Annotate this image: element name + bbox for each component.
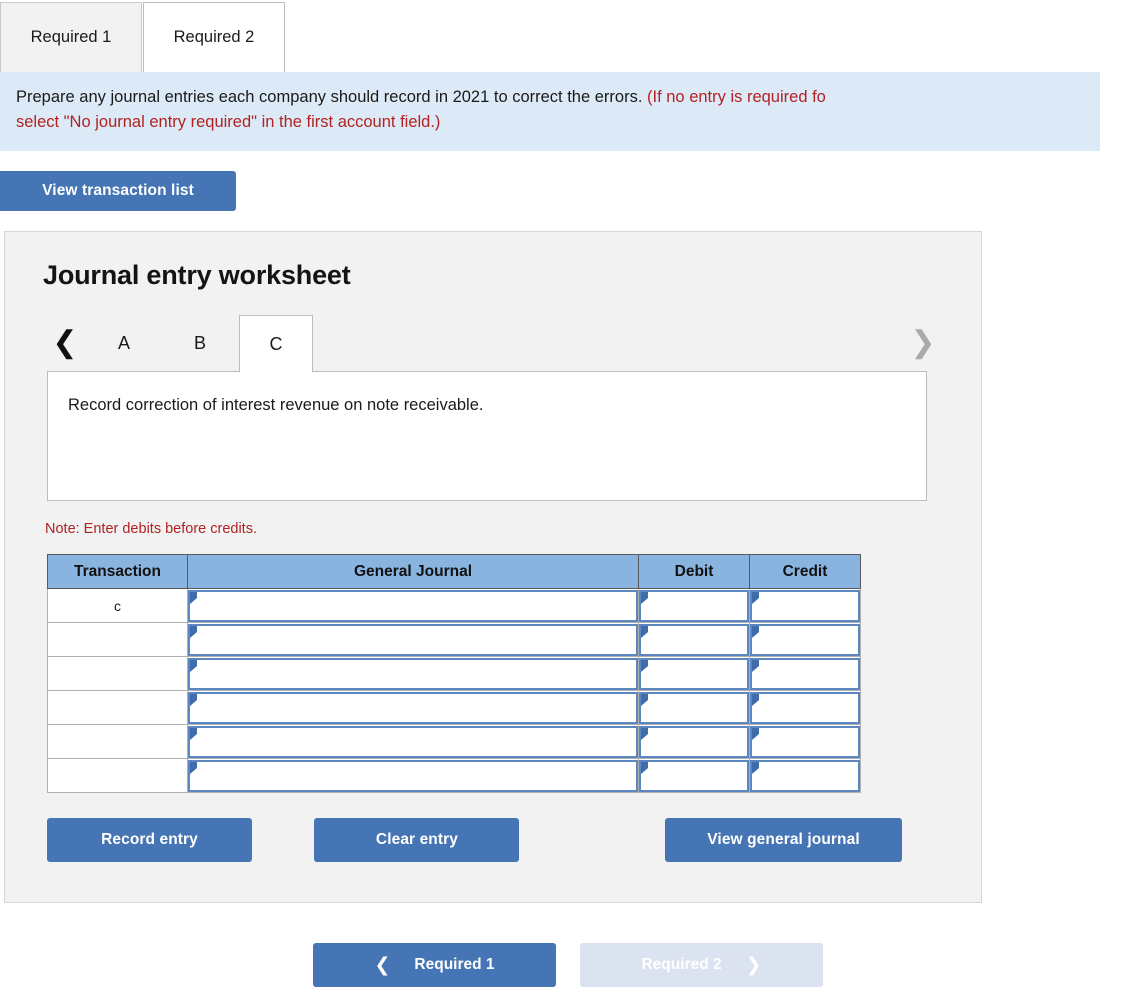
sheet-tab-b-label: B xyxy=(193,333,206,353)
worksheet-description-box: Record correction of interest revenue on… xyxy=(47,371,927,501)
worksheet-pager: ❮ A B C ❯ xyxy=(5,315,981,372)
record-entry-button[interactable]: Record entry xyxy=(47,818,252,862)
view-general-journal-button[interactable]: View general journal xyxy=(665,818,902,862)
general-journal-cell xyxy=(187,758,639,793)
chevron-left-icon: ❮ xyxy=(374,954,391,976)
credit-cell xyxy=(749,690,861,725)
general-journal-select[interactable] xyxy=(188,725,638,758)
clear-entry-button[interactable]: Clear entry xyxy=(314,818,520,862)
table-row xyxy=(47,724,861,759)
transaction-cell xyxy=(47,622,188,657)
view-transaction-list-button[interactable]: View transaction list xyxy=(0,171,236,211)
journal-entry-worksheet-panel: Journal entry worksheet ❮ A B C ❯ Record… xyxy=(4,231,982,903)
chevron-right-icon: ❯ xyxy=(745,954,762,976)
worksheet-description-text: Record correction of interest revenue on… xyxy=(68,396,484,414)
general-journal-cell xyxy=(187,690,639,725)
debit-select[interactable] xyxy=(639,589,749,622)
debit-cell xyxy=(638,690,750,725)
debit-cell xyxy=(638,758,750,793)
debits-before-credits-note: Note: Enter debits before credits. xyxy=(45,521,257,537)
credit-select[interactable] xyxy=(750,589,860,622)
journal-entry-table: Transaction General Journal Debit Credit… xyxy=(47,554,861,793)
credit-cell xyxy=(749,588,861,623)
table-row xyxy=(47,622,861,657)
nav-prev-label: Required 1 xyxy=(414,956,495,973)
worksheet-title: Journal entry worksheet xyxy=(43,260,351,290)
general-journal-select[interactable] xyxy=(188,759,638,792)
instruction-text-black: Prepare any journal entries each company… xyxy=(16,88,643,106)
debit-select[interactable] xyxy=(639,623,749,656)
debit-cell xyxy=(638,622,750,657)
credit-select[interactable] xyxy=(750,657,860,690)
chevron-left-icon[interactable]: ❮ xyxy=(45,315,85,371)
worksheet-actions: Record entry Clear entry View general jo… xyxy=(47,818,927,862)
tab-required-1[interactable]: Required 1 xyxy=(0,2,142,72)
transaction-cell: c xyxy=(47,588,188,623)
sheet-tab-c-label: C xyxy=(269,333,283,354)
credit-cell xyxy=(749,656,861,691)
column-header-debit: Debit xyxy=(638,554,750,589)
sheet-tab-c[interactable]: C xyxy=(239,315,313,372)
general-journal-select[interactable] xyxy=(188,691,638,724)
table-row: c xyxy=(47,588,861,623)
credit-cell xyxy=(749,724,861,759)
credit-select[interactable] xyxy=(750,759,860,792)
credit-select[interactable] xyxy=(750,691,860,724)
tab-required-1-label: Required 1 xyxy=(30,28,112,46)
debit-select[interactable] xyxy=(639,725,749,758)
debit-cell xyxy=(638,724,750,759)
required-tabstrip: Required 1 Required 2 xyxy=(0,0,1136,72)
table-header-row: Transaction General Journal Debit Credit xyxy=(47,554,861,589)
instruction-text-red-1: (If no entry is required fo xyxy=(642,88,826,106)
instruction-banner: Prepare any journal entries each company… xyxy=(0,72,1100,151)
table-row xyxy=(47,656,861,691)
transaction-cell xyxy=(47,724,188,759)
bottom-navigation: ❮ Required 1 Required 2 ❯ xyxy=(0,943,1136,987)
column-header-credit: Credit xyxy=(749,554,861,589)
transaction-cell xyxy=(47,656,188,691)
nav-next-required-2-button: Required 2 ❯ xyxy=(580,943,823,987)
chevron-right-icon[interactable]: ❯ xyxy=(903,315,943,371)
credit-select[interactable] xyxy=(750,623,860,656)
general-journal-cell xyxy=(187,622,639,657)
tab-required-2-label: Required 2 xyxy=(173,28,255,46)
nav-next-label: Required 2 xyxy=(641,956,722,973)
column-header-transaction: Transaction xyxy=(47,554,188,589)
sheet-tab-b[interactable]: B xyxy=(163,315,237,371)
view-transaction-list-wrap: View transaction list xyxy=(0,151,1136,211)
credit-select[interactable] xyxy=(750,725,860,758)
sheet-tab-a-label: A xyxy=(117,333,130,353)
general-journal-select[interactable] xyxy=(188,657,638,690)
debit-cell xyxy=(638,588,750,623)
credit-cell xyxy=(749,622,861,657)
sheet-tab-a[interactable]: A xyxy=(87,315,161,371)
debit-cell xyxy=(638,656,750,691)
general-journal-cell xyxy=(187,588,639,623)
instruction-line-2: select "No journal entry required" in th… xyxy=(16,113,441,131)
transaction-cell xyxy=(47,690,188,725)
debit-select[interactable] xyxy=(639,657,749,690)
transaction-cell xyxy=(47,758,188,793)
instruction-line-1: Prepare any journal entries each company… xyxy=(16,85,1084,110)
debit-select[interactable] xyxy=(639,691,749,724)
table-row xyxy=(47,758,861,793)
column-header-general-journal: General Journal xyxy=(187,554,639,589)
table-row xyxy=(47,690,861,725)
general-journal-select[interactable] xyxy=(188,589,638,622)
tab-required-2[interactable]: Required 2 xyxy=(143,2,285,72)
general-journal-cell xyxy=(187,656,639,691)
debit-select[interactable] xyxy=(639,759,749,792)
nav-prev-required-1-button[interactable]: ❮ Required 1 xyxy=(313,943,556,987)
general-journal-cell xyxy=(187,724,639,759)
general-journal-select[interactable] xyxy=(188,623,638,656)
credit-cell xyxy=(749,758,861,793)
